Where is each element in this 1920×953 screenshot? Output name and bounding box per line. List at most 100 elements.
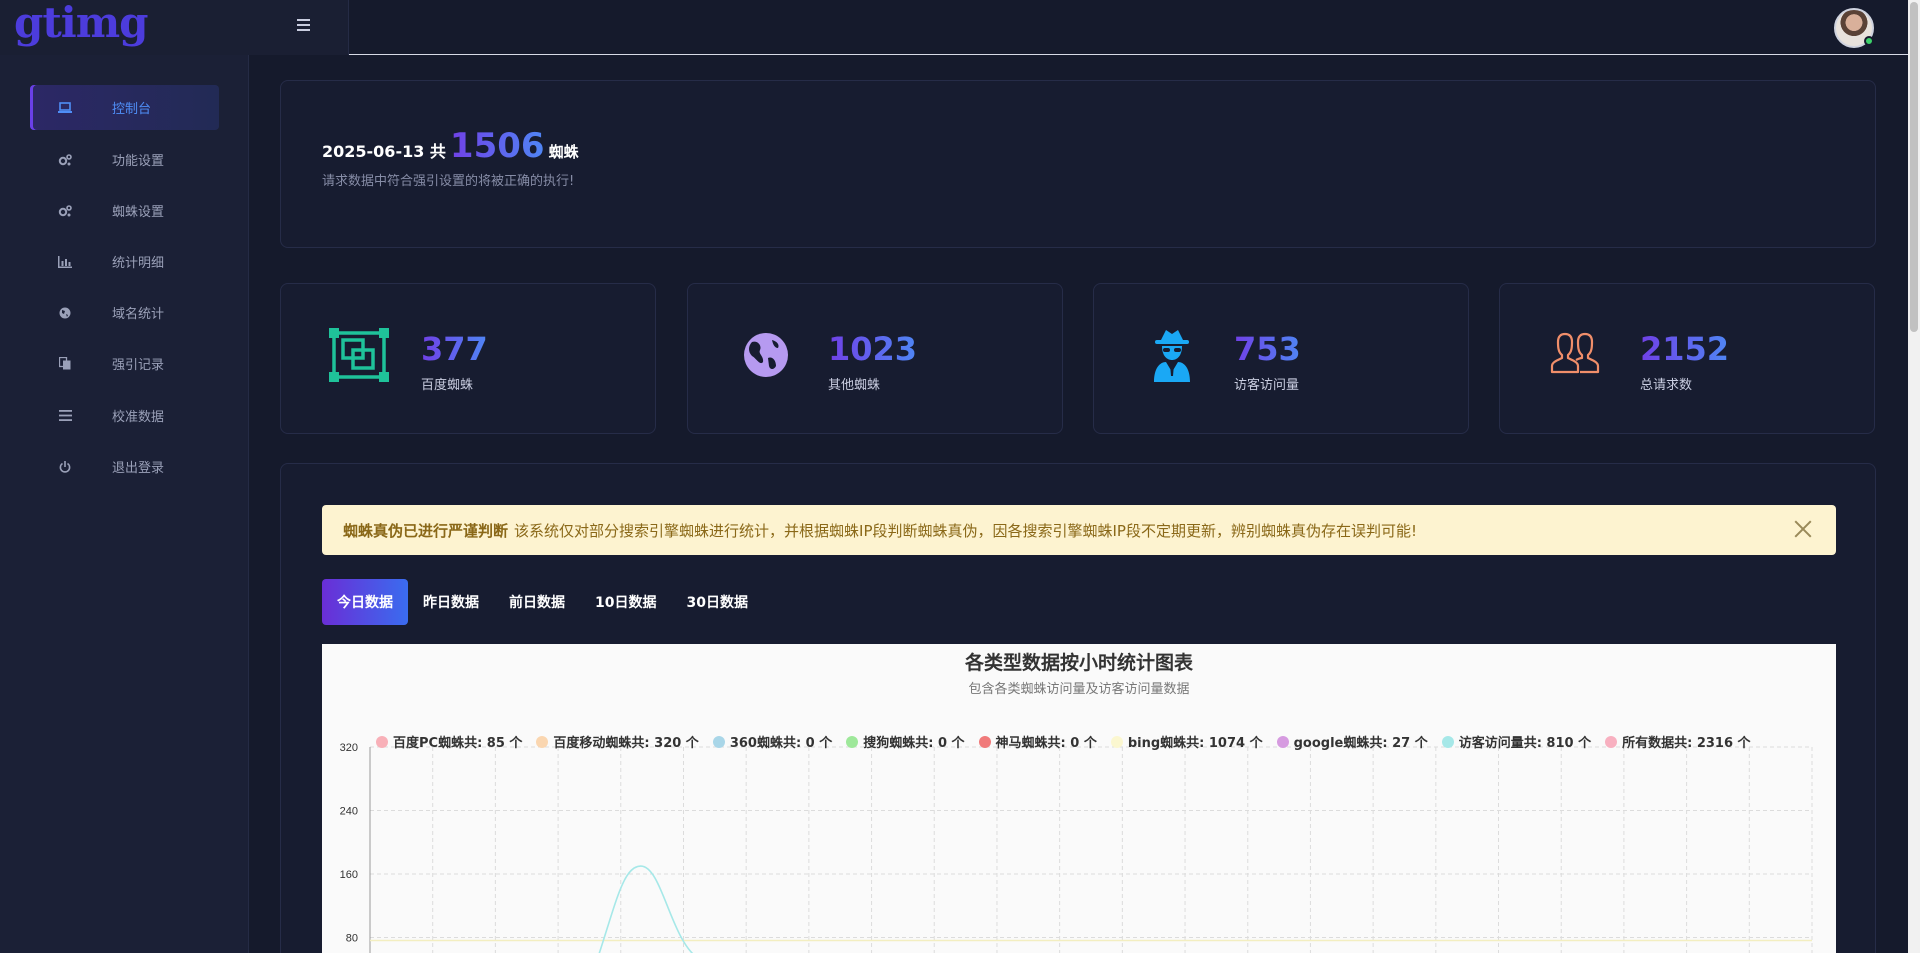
banner-date: 2025-06-13 共	[322, 142, 446, 161]
date-range-tabs: 今日数据 昨日数据 前日数据 10日数据 30日数据	[322, 579, 763, 625]
chart-subtitle: 包含各类蜘蛛访问量及访客访问量数据	[968, 682, 1190, 697]
tab-today[interactable]: 今日数据	[322, 579, 408, 625]
gears-icon	[58, 204, 72, 218]
tab-30-days[interactable]: 30日数据	[671, 579, 762, 625]
user-avatar[interactable]	[1834, 8, 1874, 48]
frame-icon	[329, 328, 391, 388]
legend-dot	[376, 735, 388, 748]
legend-dot	[1276, 735, 1289, 748]
legend-dot	[536, 735, 549, 748]
scrollbar-thumb[interactable]	[1910, 2, 1918, 332]
stat-value: 377	[421, 330, 488, 368]
stat-card-total-requests: 2152 总请求数	[1499, 283, 1875, 434]
sidebar-item-redirect-records[interactable]: 强引记录	[30, 341, 219, 386]
legend-label: 百度PC蜘蛛共: 85 个	[393, 736, 523, 751]
legend-item[interactable]: 访客访问量共: 810 个	[1441, 732, 1592, 751]
y-tick-label: 320	[340, 742, 358, 754]
legend-label: google蜘蛛共: 27 个	[1293, 736, 1428, 751]
sidebar-item-logout[interactable]: 退出登录	[30, 444, 219, 489]
sidebar-item-statistics-detail[interactable]: 统计明细	[30, 239, 219, 284]
legend-item[interactable]: 百度PC蜘蛛共: 85 个	[376, 732, 522, 751]
banner-note: 请求数据中符合强引设置的将被正确的执行!	[322, 174, 575, 189]
tab-10-days[interactable]: 10日数据	[580, 579, 671, 625]
legend-label: bing蜘蛛共: 1074 个	[1127, 736, 1263, 751]
sidebar-item-label: 域名统计	[112, 307, 165, 322]
earth-icon	[736, 328, 798, 388]
stat-value: 753	[1234, 330, 1301, 368]
app-logo[interactable]: gtimg	[14, 0, 149, 46]
alert-title: 蜘蛛真伪已进行严谨判断	[343, 521, 509, 540]
stat-label: 访客访问量	[1234, 378, 1300, 393]
legend-dot	[1110, 735, 1123, 748]
power-icon	[58, 460, 72, 474]
y-tick-label: 160	[340, 869, 358, 881]
legend-label: 神马蜘蛛共: 0 个	[995, 736, 1097, 751]
menu-toggle-button[interactable]	[292, 16, 314, 38]
banner-headline: 2025-06-13 共 1506 蜘蛛	[322, 126, 579, 166]
sidebar-item-label: 退出登录	[112, 461, 165, 476]
laptop-icon	[58, 101, 72, 115]
hourly-chart: 320 240 160 80 各类型数据按小时统计图表 包含各类蜘蛛访问量及访客访问量…	[322, 644, 1836, 953]
bar-chart-icon	[58, 255, 72, 269]
list-icon	[58, 409, 72, 423]
stat-value: 1023	[828, 330, 918, 368]
logo-area: gtimg	[0, 0, 349, 55]
copy-icon	[58, 357, 72, 371]
legend-label: 访客访问量共: 810 个	[1458, 736, 1592, 751]
legend-label: 所有数据共: 2316 个	[1622, 736, 1751, 751]
legend-item[interactable]: 神马蜘蛛共: 0 个	[978, 732, 1097, 751]
legend-dot	[978, 735, 991, 748]
legend-dot	[1441, 735, 1454, 748]
stat-label: 总请求数	[1640, 378, 1693, 393]
users-icon	[1548, 328, 1610, 388]
banner-spider-count: 1506	[449, 126, 545, 166]
legend-item[interactable]: google蜘蛛共: 27 个	[1276, 732, 1428, 751]
sidebar-item-label: 统计明细	[112, 256, 165, 271]
page-scrollbar[interactable]	[1908, 0, 1920, 953]
y-tick-label: 240	[340, 806, 358, 818]
legend-item[interactable]: bing蜘蛛共: 1074 个	[1110, 732, 1263, 751]
chart-panel: 蜘蛛真伪已进行严谨判断 该系统仅对部分搜索引擎蜘蛛进行统计，并根据蜘蛛IP段判断…	[280, 463, 1876, 953]
banner-unit: 蜘蛛	[548, 143, 579, 161]
hamburger-icon	[296, 19, 310, 21]
sidebar-item-label: 校准数据	[112, 410, 165, 425]
online-status-dot	[1864, 36, 1874, 46]
stat-value: 2152	[1640, 330, 1730, 368]
chart-title: 各类型数据按小时统计图表	[964, 652, 1193, 674]
stat-card-baidu-spider: 377 百度蜘蛛	[280, 283, 656, 434]
legend-item[interactable]: 百度移动蜘蛛共: 320 个	[536, 732, 699, 751]
stat-card-visitor: 753 访客访问量	[1093, 283, 1469, 434]
globe-icon	[58, 306, 72, 320]
top-header: gtimg	[0, 0, 1908, 55]
warning-alert: 蜘蛛真伪已进行严谨判断 该系统仅对部分搜索引擎蜘蛛进行统计，并根据蜘蛛IP段判断…	[322, 505, 1836, 555]
spy-icon	[1142, 328, 1204, 388]
legend-dot	[712, 735, 725, 748]
sidebar-item-label: 蜘蛛设置	[112, 205, 165, 220]
stat-card-other-spider: 1023 其他蜘蛛	[687, 283, 1063, 434]
legend-label: 搜狗蜘蛛共: 0 个	[863, 736, 965, 751]
gears-icon	[58, 153, 72, 167]
sidebar-item-spider-settings[interactable]: 蜘蛛设置	[30, 188, 219, 233]
legend-item[interactable]: 搜狗蜘蛛共: 0 个	[846, 732, 965, 751]
sidebar-item-label: 功能设置	[112, 154, 165, 169]
sidebar-item-dashboard[interactable]: 控制台	[30, 85, 219, 130]
summary-banner: 2025-06-13 共 1506 蜘蛛 请求数据中符合强引设置的将被正确的执行…	[280, 80, 1876, 248]
alert-message: 该系统仅对部分搜索引擎蜘蛛进行统计，并根据蜘蛛IP段判断蜘蛛真伪，因各搜索引擎蜘…	[514, 521, 1417, 540]
legend-dot	[846, 735, 859, 748]
legend-label: 360蜘蛛共: 0 个	[729, 736, 833, 751]
tab-yesterday[interactable]: 昨日数据	[408, 579, 494, 625]
stat-label: 其他蜘蛛	[828, 378, 881, 393]
tab-day-before[interactable]: 前日数据	[494, 579, 580, 625]
stat-label: 百度蜘蛛	[421, 378, 474, 393]
legend-item[interactable]: 所有数据共: 2316 个	[1605, 732, 1751, 751]
legend-dot	[1605, 735, 1618, 748]
sidebar-item-calibrate-data[interactable]: 校准数据	[30, 393, 219, 438]
sidebar-item-label: 控制台	[112, 102, 152, 117]
sidebar-item-label: 强引记录	[112, 358, 165, 373]
sidebar-item-domain-statistics[interactable]: 域名统计	[30, 290, 219, 335]
sidebar: 控制台 功能设置 蜘蛛设置 统计明细 域名统计 强引记录 校准数据 退出登录	[0, 55, 249, 953]
legend-item[interactable]: 360蜘蛛共: 0 个	[712, 732, 833, 751]
close-icon[interactable]	[1792, 518, 1814, 540]
sidebar-item-function-settings[interactable]: 功能设置	[30, 137, 219, 182]
y-tick-label: 80	[346, 933, 358, 945]
